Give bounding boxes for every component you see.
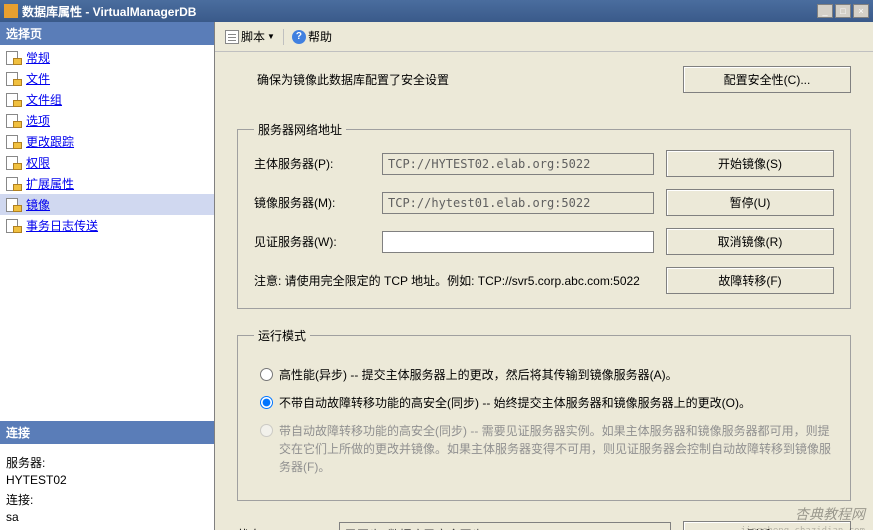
configure-security-button[interactable]: 配置安全性(C)... xyxy=(683,66,851,93)
mode-high-perf-radio[interactable] xyxy=(260,368,273,381)
minimize-button[interactable]: _ xyxy=(817,4,833,18)
start-mirror-button[interactable]: 开始镜像(S) xyxy=(666,150,834,177)
mirror-label: 镜像服务器(M): xyxy=(254,194,370,211)
window-title: 数据库属性 - VirtualManagerDB xyxy=(22,3,817,20)
sidebar-item-mirroring[interactable]: 镜像 xyxy=(0,194,214,215)
server-value: HYTEST02 xyxy=(6,473,208,487)
close-button[interactable]: × xyxy=(853,4,869,18)
witness-label: 见证服务器(W): xyxy=(254,233,370,250)
mode-legend: 运行模式 xyxy=(254,327,310,344)
principal-label: 主体服务器(P): xyxy=(254,155,370,172)
sidebar-item-options[interactable]: 选项 xyxy=(0,110,214,131)
titlebar: 数据库属性 - VirtualManagerDB _ □ × xyxy=(0,0,873,22)
sidebar-item-files[interactable]: 文件 xyxy=(0,68,214,89)
connection-header: 连接 xyxy=(0,421,214,444)
sidebar-item-changetracking[interactable]: 更改跟踪 xyxy=(0,131,214,152)
cancel-mirror-button[interactable]: 取消镜像(R) xyxy=(666,228,834,255)
failover-button[interactable]: 故障转移(F) xyxy=(666,267,834,294)
status-value: 已同步: 数据库已完全同步 xyxy=(339,522,671,530)
database-icon xyxy=(4,4,18,18)
help-icon: ? xyxy=(292,30,306,44)
tcp-note: 注意: 请使用完全限定的 TCP 地址。例如: TCP://svr5.corp.… xyxy=(254,272,654,289)
mode-auto-failover-radio xyxy=(260,424,273,437)
chevron-down-icon: ▼ xyxy=(267,32,275,41)
mode-auto-failover-row: 带自动故障转移功能的高安全(同步) -- 需要见证服务器实例。如果主体服务器和镜… xyxy=(254,422,834,476)
conn-value: sa xyxy=(6,510,208,524)
page-icon xyxy=(6,51,22,65)
connection-panel: 服务器: HYTEST02 连接: sa xyxy=(0,444,214,530)
help-button[interactable]: ? 帮助 xyxy=(290,26,334,47)
sidebar-item-extended[interactable]: 扩展属性 xyxy=(0,173,214,194)
mirror-input[interactable] xyxy=(382,192,654,214)
toolbar-separator xyxy=(283,29,284,45)
sidebar-item-logshipping[interactable]: 事务日志传送 xyxy=(0,215,214,236)
mode-high-perf-label: 高性能(异步) -- 提交主体服务器上的更改，然后将其传输到镜像服务器(A)。 xyxy=(279,366,834,384)
sidebar-item-general[interactable]: 常规 xyxy=(0,47,214,68)
conn-label: 连接: xyxy=(6,491,208,508)
sidebar-item-filegroups[interactable]: 文件组 xyxy=(0,89,214,110)
window-controls: _ □ × xyxy=(817,4,869,18)
pause-button[interactable]: 暂停(U) xyxy=(666,189,834,216)
server-label: 服务器: xyxy=(6,454,208,471)
mode-auto-failover-label: 带自动故障转移功能的高安全(同步) -- 需要见证服务器实例。如果主体服务器和镜… xyxy=(279,422,834,476)
script-icon xyxy=(225,30,239,44)
page-icon xyxy=(6,219,22,233)
sidebar: 选择页 常规 文件 文件组 选项 更改跟踪 权限 扩展属性 镜像 事务日志传送 … xyxy=(0,22,215,530)
sidebar-list: 常规 文件 文件组 选项 更改跟踪 权限 扩展属性 镜像 事务日志传送 xyxy=(0,45,214,421)
script-button[interactable]: 脚本 ▼ xyxy=(223,26,277,47)
status-label: 状态(T): xyxy=(237,526,327,530)
principal-input[interactable] xyxy=(382,153,654,175)
page-icon xyxy=(6,156,22,170)
maximize-button[interactable]: □ xyxy=(835,4,851,18)
mode-no-failover-label: 不带自动故障转移功能的高安全(同步) -- 始终提交主体服务器和镜像服务器上的更… xyxy=(279,394,834,412)
sidebar-header: 选择页 xyxy=(0,22,214,45)
mode-no-failover-row[interactable]: 不带自动故障转移功能的高安全(同步) -- 始终提交主体服务器和镜像服务器上的更… xyxy=(254,394,834,412)
security-note: 确保为镜像此数据库配置了安全设置 xyxy=(257,71,449,88)
page-icon xyxy=(6,198,22,212)
network-legend: 服务器网络地址 xyxy=(254,121,346,138)
page-icon xyxy=(6,135,22,149)
witness-input[interactable] xyxy=(382,231,654,253)
content: 脚本 ▼ ? 帮助 确保为镜像此数据库配置了安全设置 配置安全性(C)... 服… xyxy=(215,22,873,530)
page-icon xyxy=(6,72,22,86)
sidebar-item-permissions[interactable]: 权限 xyxy=(0,152,214,173)
content-body: 确保为镜像此数据库配置了安全设置 配置安全性(C)... 服务器网络地址 主体服… xyxy=(215,52,873,530)
mode-high-perf-row[interactable]: 高性能(异步) -- 提交主体服务器上的更改，然后将其传输到镜像服务器(A)。 xyxy=(254,366,834,384)
mode-no-failover-radio[interactable] xyxy=(260,396,273,409)
page-icon xyxy=(6,93,22,107)
network-fieldset: 服务器网络地址 主体服务器(P): 开始镜像(S) 镜像服务器(M): 暂停(U… xyxy=(237,121,851,309)
toolbar: 脚本 ▼ ? 帮助 xyxy=(215,22,873,52)
page-icon xyxy=(6,177,22,191)
mode-fieldset: 运行模式 高性能(异步) -- 提交主体服务器上的更改，然后将其传输到镜像服务器… xyxy=(237,327,851,501)
page-icon xyxy=(6,114,22,128)
refresh-button[interactable]: 刷新(R) xyxy=(683,521,851,530)
